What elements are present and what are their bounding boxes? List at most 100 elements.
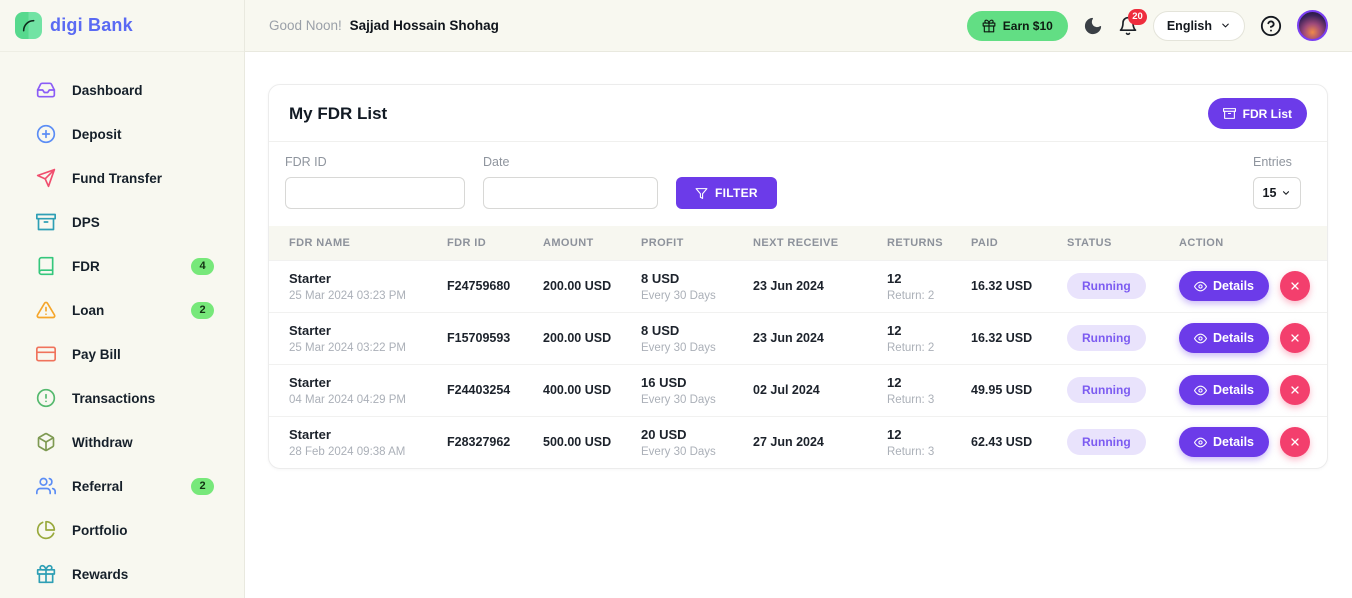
details-button[interactable]: Details [1179, 323, 1269, 353]
fdr-name-cell: Starter 28 Feb 2024 09:38 AM [269, 416, 439, 468]
sidebar-item-loan[interactable]: Loan2 [0, 288, 244, 332]
avatar[interactable] [1297, 10, 1328, 41]
sidebar-item-fdr[interactable]: FDR4 [0, 244, 244, 288]
details-button[interactable]: Details [1179, 271, 1269, 301]
status-cell: Running [1059, 260, 1171, 312]
topbar-actions: Earn $10 20 English [967, 10, 1328, 41]
fdr-date: 25 Mar 2024 03:23 PM [289, 290, 431, 302]
alert-circle-icon [36, 388, 56, 408]
action-cell: Details [1171, 364, 1328, 416]
moon-icon [1083, 16, 1103, 36]
cancel-fdr-button[interactable] [1280, 375, 1310, 405]
details-button[interactable]: Details [1179, 427, 1269, 457]
date-input[interactable] [483, 177, 658, 209]
next-receive-cell: 23 Jun 2024 [745, 312, 879, 364]
sidebar-item-label: Referral [72, 479, 123, 494]
column-header: FDR ID [439, 226, 535, 260]
entries-group: Entries 15 [1253, 155, 1301, 209]
details-button-label: Details [1213, 383, 1254, 397]
dark-mode-toggle[interactable] [1083, 16, 1103, 36]
returns-done: Return: 2 [887, 342, 955, 354]
filter-button[interactable]: FILTER [676, 177, 777, 209]
returns-cell: 12 Return: 2 [879, 312, 963, 364]
brand-logo[interactable]: digi Bank [0, 0, 244, 52]
returns-total: 12 [887, 375, 955, 390]
paid-cell: 16.32 USD [963, 312, 1059, 364]
cancel-fdr-button[interactable] [1280, 323, 1310, 353]
book-icon [36, 256, 56, 276]
fdr-id-cell: F28327962 [439, 416, 535, 468]
status-badge: Running [1067, 325, 1146, 351]
sidebar-item-deposit[interactable]: Deposit [0, 112, 244, 156]
date-label: Date [483, 155, 658, 169]
earn-button[interactable]: Earn $10 [967, 11, 1068, 41]
status-cell: Running [1059, 312, 1171, 364]
fdr-list-button-label: FDR List [1243, 107, 1292, 121]
topbar: Good Noon! Sajjad Hossain Shohag Earn $1… [245, 0, 1352, 52]
fdr-id-input[interactable] [285, 177, 465, 209]
table-header: FDR NAMEFDR IDAMOUNTPROFITNEXT RECEIVERE… [269, 226, 1328, 260]
paid-cell: 62.43 USD [963, 416, 1059, 468]
alert-triangle-icon [36, 300, 56, 320]
language-selector[interactable]: English [1153, 11, 1245, 41]
chevron-down-icon [1220, 20, 1231, 31]
eye-icon [1194, 332, 1207, 345]
column-header: STATUS [1059, 226, 1171, 260]
details-button-label: Details [1213, 435, 1254, 449]
amount-cell: 500.00 USD [535, 416, 633, 468]
sidebar-badge: 2 [191, 478, 214, 495]
amount-cell: 200.00 USD [535, 260, 633, 312]
details-button[interactable]: Details [1179, 375, 1269, 405]
earn-button-label: Earn $10 [1003, 19, 1053, 33]
sidebar-item-referral[interactable]: Referral 2 [0, 464, 244, 508]
returns-cell: 12 Return: 2 [879, 260, 963, 312]
returns-cell: 12 Return: 3 [879, 364, 963, 416]
column-header: FDR NAME [269, 226, 439, 260]
returns-total: 12 [887, 323, 955, 338]
fdr-name: Starter [289, 427, 431, 442]
sidebar-item-fund-transfer[interactable]: Fund Transfer [0, 156, 244, 200]
date-field-group: Date [483, 155, 658, 209]
sidebar-item-label: Withdraw [72, 435, 133, 450]
greeting-text: Good Noon! [269, 18, 342, 33]
sidebar-item-dps[interactable]: DPS [0, 200, 244, 244]
amount-cell: 400.00 USD [535, 364, 633, 416]
next-receive-cell: 27 Jun 2024 [745, 416, 879, 468]
sidebar-item-withdraw[interactable]: Withdraw [0, 420, 244, 464]
sidebar-item-label: DPS [72, 215, 100, 230]
filter-bar: FDR ID Date FILTER Entries 15 [269, 142, 1327, 226]
sidebar-item-rewards[interactable]: Rewards [0, 552, 244, 596]
column-header: ACTION [1171, 226, 1328, 260]
sidebar-item-label: Fund Transfer [72, 171, 162, 186]
sidebar-item-portfolio[interactable]: Portfolio [0, 508, 244, 552]
sidebar-item-pay-bill[interactable]: Pay Bill [0, 332, 244, 376]
users-icon [36, 476, 56, 496]
cancel-fdr-button[interactable] [1280, 271, 1310, 301]
entries-value: 15 [1263, 186, 1277, 200]
status-cell: Running [1059, 416, 1171, 468]
sidebar-item-label: Deposit [72, 127, 122, 142]
fdr-list-button[interactable]: FDR List [1208, 98, 1307, 129]
entries-select[interactable]: 15 [1253, 177, 1301, 209]
sidebar-nav: Dashboard Deposit Fund Transfer DPS FDR4Loan… [0, 52, 244, 596]
send-icon [36, 168, 56, 188]
gift-icon [982, 19, 996, 33]
fdr-id-cell: F24759680 [439, 260, 535, 312]
entries-label: Entries [1253, 155, 1292, 169]
fdr-name: Starter [289, 375, 431, 390]
sidebar-item-dashboard[interactable]: Dashboard [0, 68, 244, 112]
language-label: English [1167, 19, 1212, 33]
chevron-down-icon [1281, 188, 1291, 198]
help-button[interactable] [1260, 15, 1282, 37]
profit-amount: 8 USD [641, 271, 737, 286]
profit-amount: 20 USD [641, 427, 737, 442]
cancel-fdr-button[interactable] [1280, 427, 1310, 457]
close-icon [1289, 280, 1301, 292]
brand-name: digi Bank [50, 15, 133, 36]
eye-icon [1194, 384, 1207, 397]
column-header: NEXT RECEIVE [745, 226, 879, 260]
sidebar-item-transactions[interactable]: Transactions [0, 376, 244, 420]
fdr-name-cell: Starter 25 Mar 2024 03:22 PM [269, 312, 439, 364]
notifications-button[interactable]: 20 [1118, 16, 1138, 36]
table-row: Starter 25 Mar 2024 03:23 PM F24759680 2… [269, 260, 1328, 312]
